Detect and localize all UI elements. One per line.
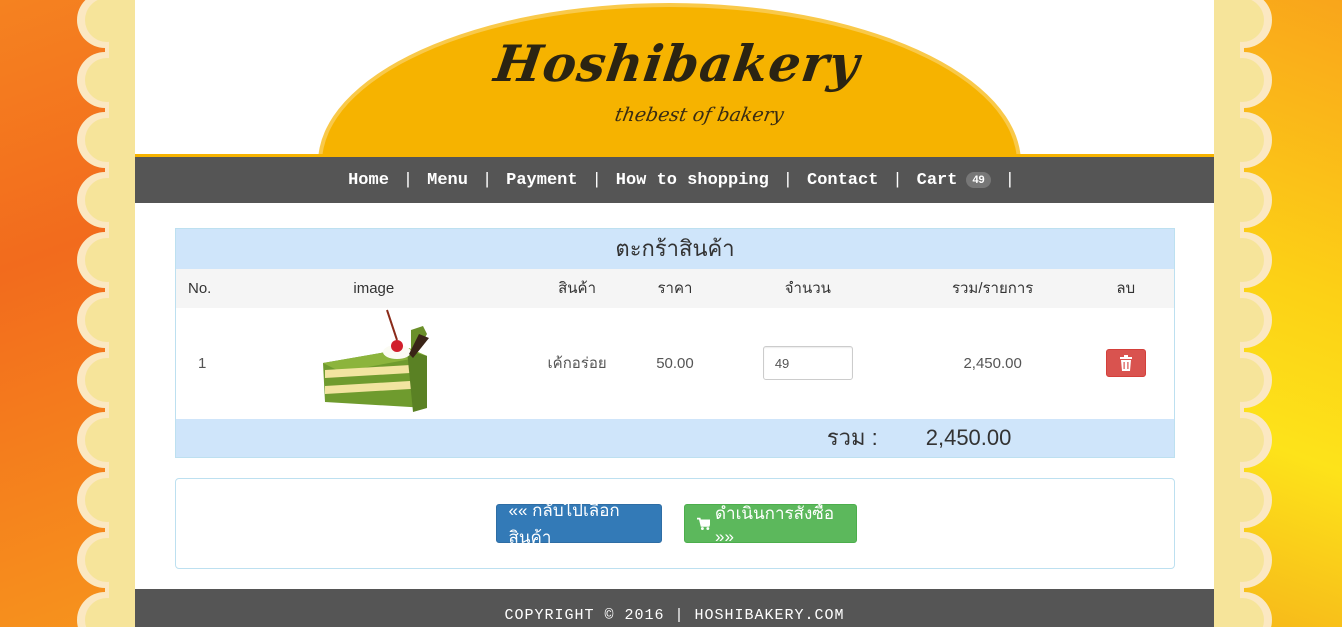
nav-separator: | (892, 170, 903, 190)
brand-logo[interactable]: Hoshibakery (491, 34, 864, 93)
scallop-border-left (75, 0, 135, 627)
footer-copyright: COPYRIGHT © 2016 | HOSHIBAKERY.COM (504, 607, 845, 624)
nav-separator: | (782, 170, 793, 190)
cart-section: ตะกร้าสินค้า No. image สินค้า ราคา จำนวน… (135, 203, 1214, 569)
brand-tagline: thebest of bakery (613, 104, 786, 126)
column-header-product: สินค้า (558, 280, 597, 297)
cart-actions-panel: «« กลับไปเลือกสินค้า ดำเนินการสั่งซื้อ »… (175, 478, 1175, 569)
nav-separator: | (402, 170, 414, 190)
column-header-price: ราคา (657, 280, 693, 297)
cart-total-row: รวม : 2,450.00 (175, 418, 1175, 458)
back-to-products-button[interactable]: «« กลับไปเลือกสินค้า (495, 501, 662, 547)
shopping-cart-icon (696, 517, 711, 530)
column-header-quantity: จำนวน (784, 280, 831, 297)
item-delete-cell (1078, 308, 1175, 419)
cart-table: ตะกร้าสินค้า No. image สินค้า ราคา จำนวน… (175, 228, 1175, 458)
left-background-decoration (0, 0, 135, 627)
back-button-label: «« กลับไปเลือกสินค้า (508, 500, 620, 547)
total-value: 2,450.00 (925, 424, 1012, 450)
table-row: 1 เค้กอร่อย 50.00 49 2,450.00 (175, 307, 1175, 419)
header-baseline (135, 154, 1214, 157)
site-footer: COPYRIGHT © 2016 | HOSHIBAKERY.COM (135, 589, 1214, 627)
nav-item-how-to-shopping[interactable]: How to shopping (602, 171, 783, 190)
nav-item-contact[interactable]: Contact (793, 171, 892, 190)
nav-separator: | (591, 170, 602, 190)
checkout-button-label: ดำเนินการสั่งซื้อ »» (715, 504, 835, 546)
trash-icon (1119, 355, 1132, 371)
item-number: 1 (198, 354, 207, 372)
nav-item-payment[interactable]: Payment (492, 171, 591, 190)
delete-item-button[interactable] (1105, 349, 1146, 377)
item-price: 50.00 (656, 354, 694, 372)
cart-header-row: No. image สินค้า ราคา จำนวน รวม/รายการ ล… (175, 268, 1175, 308)
item-image-cell (235, 308, 512, 419)
cart-title-row: ตะกร้าสินค้า (175, 228, 1175, 269)
nav-item-home[interactable]: Home (334, 171, 403, 190)
right-background-decoration (1214, 0, 1342, 627)
nav-cart-label: Cart (916, 170, 958, 190)
column-header-image: image (353, 279, 395, 297)
main-navbar: Home | Menu | Payment | How to shopping … (135, 157, 1214, 203)
item-quantity-cell (708, 308, 908, 419)
cart-title: ตะกร้าสินค้า (615, 236, 735, 262)
nav-separator: | (1004, 170, 1015, 190)
cart-count-badge: 49 (966, 172, 991, 188)
column-header-line-total: รวม/รายการ (951, 280, 1034, 297)
nav-separator: | (481, 170, 493, 190)
item-line-total: 2,450.00 (963, 354, 1022, 372)
site-header: Hoshibakery thebest of bakery (135, 0, 1214, 157)
quantity-input[interactable] (762, 346, 853, 380)
nav-item-menu[interactable]: Menu (413, 171, 482, 190)
nav-item-cart[interactable]: Cart 49 (903, 171, 1005, 190)
column-header-no: No. (188, 279, 212, 297)
column-header-delete: ลบ (1116, 280, 1136, 297)
green-tea-cake-image (322, 309, 429, 412)
page-container: Hoshibakery thebest of bakery Home | Men… (135, 0, 1214, 627)
total-label: รวม : (826, 425, 878, 451)
checkout-button[interactable]: ดำเนินการสั่งซื้อ »» (683, 504, 857, 546)
scallop-border-right (1214, 0, 1274, 627)
item-product-name[interactable]: เค้กอร่อย (512, 308, 642, 419)
